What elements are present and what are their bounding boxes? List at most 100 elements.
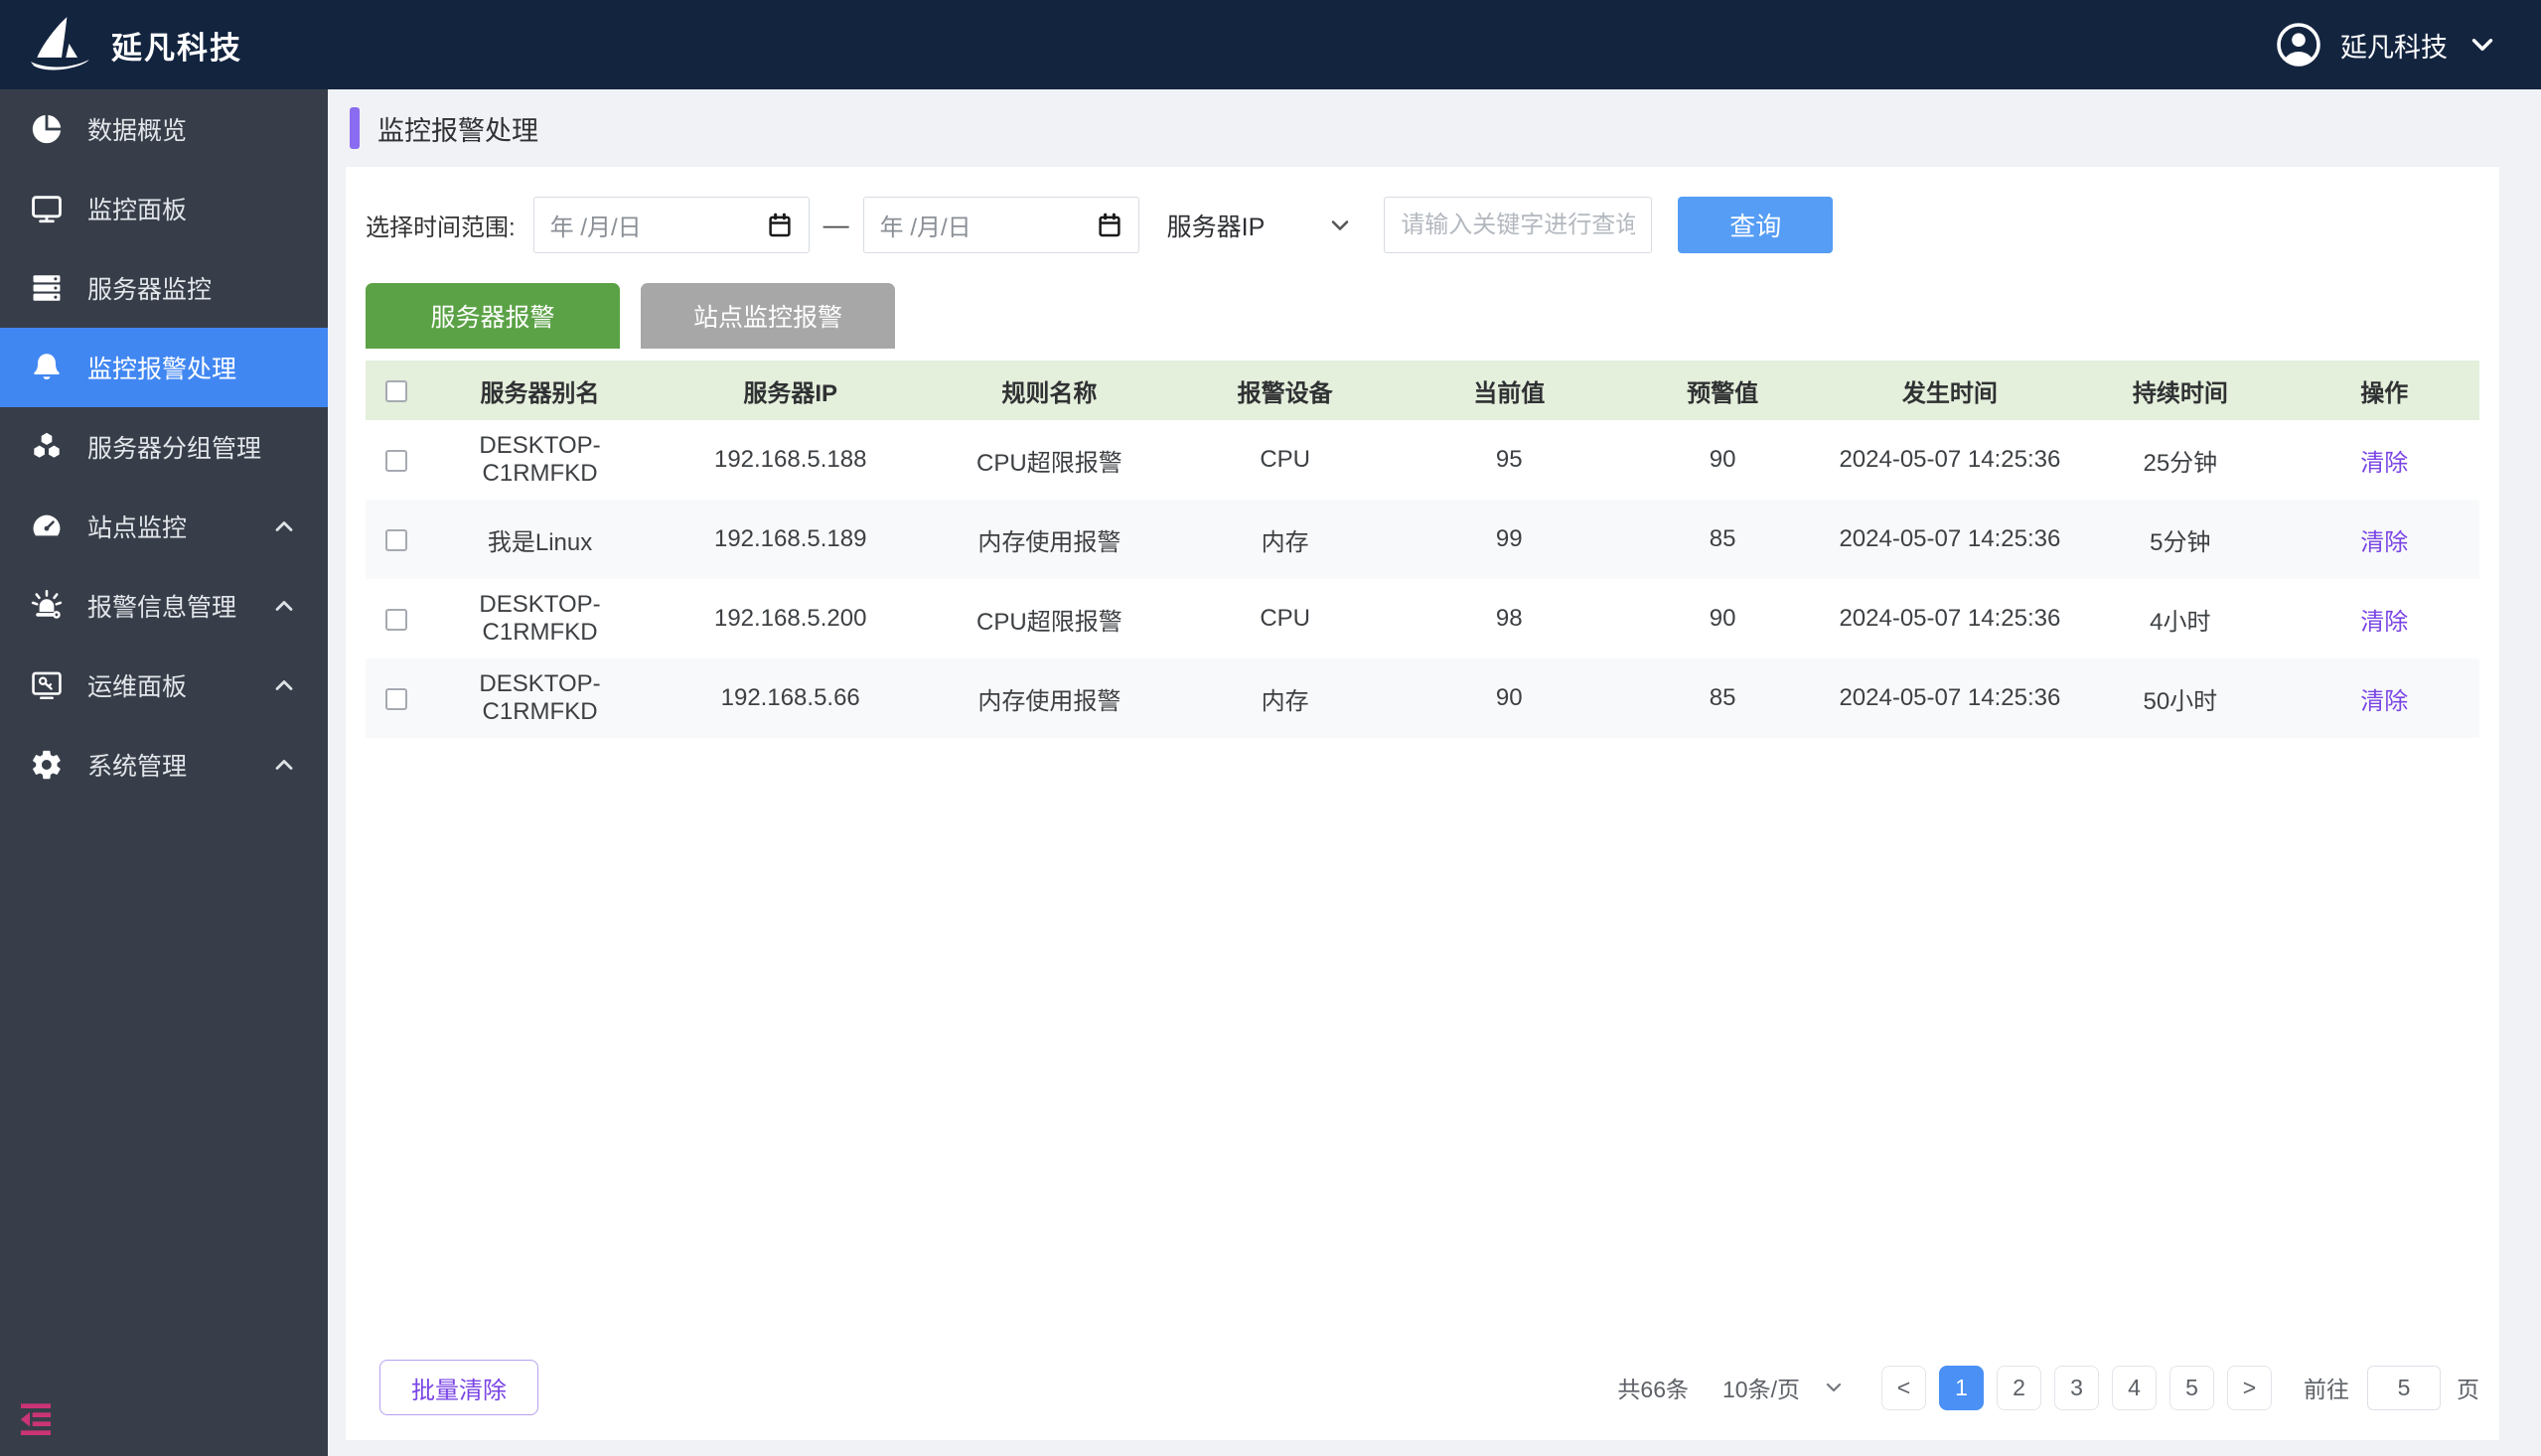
date-range-label: 选择时间范围:: [366, 208, 516, 242]
chevron-up-icon: [270, 671, 298, 699]
chevron-up-icon: [270, 751, 298, 779]
col-header-current: 当前值: [1402, 361, 1617, 420]
cell-device: 内存: [1169, 500, 1402, 579]
col-header-time: 发生时间: [1829, 361, 2072, 420]
content-card: 选择时间范围: 年 /月/日 — 年 /月/日: [346, 167, 2499, 1440]
date-placeholder: 年 /月/日: [550, 208, 765, 242]
sidebar-collapse-button[interactable]: [16, 1398, 56, 1438]
page-header: 监控报警处理: [328, 89, 2541, 167]
query-button[interactable]: 查询: [1678, 197, 1833, 253]
prev-page-button[interactable]: <: [1881, 1366, 1926, 1410]
row-checkbox[interactable]: [385, 609, 407, 631]
cell-device: CPU: [1169, 579, 1402, 658]
brand-logo: 延凡科技: [26, 15, 242, 74]
row-checkbox[interactable]: [385, 529, 407, 551]
start-date-input[interactable]: 年 /月/日: [533, 197, 810, 253]
cell-current: 90: [1402, 658, 1617, 738]
chevron-down-icon: [1822, 1376, 1846, 1399]
server-ip-select[interactable]: 服务器IP: [1167, 208, 1355, 243]
clear-action-link[interactable]: 清除: [2360, 529, 2408, 556]
sidebar-item-site-monitor[interactable]: 站点监控: [0, 487, 328, 566]
sidebar-item-system-settings[interactable]: 系统管理: [0, 725, 328, 804]
cell-duration: 25分钟: [2071, 420, 2289, 500]
topbar: 延凡科技 延凡科技: [0, 0, 2541, 89]
sidebar-item-label: 数据概览: [87, 111, 298, 147]
main-content: 监控报警处理 选择时间范围: 年 /月/日 — 年 /月/日: [328, 89, 2541, 1456]
goto-page-input[interactable]: [2367, 1366, 2441, 1410]
chevron-down-icon: [1326, 212, 1354, 239]
cell-rule: 内存使用报警: [930, 658, 1168, 738]
sidebar-item-label: 运维面板: [87, 667, 270, 703]
page-button-3[interactable]: 3: [2054, 1366, 2099, 1410]
sidebar: 数据概览 监控面板 服务器监控: [0, 89, 328, 1456]
total-count-label: 共66条: [1617, 1371, 1689, 1404]
cell-current: 99: [1402, 500, 1617, 579]
page-button-1[interactable]: 1: [1939, 1366, 1984, 1410]
col-header-duration: 持续时间: [2071, 361, 2289, 420]
cell-threshold: 85: [1617, 658, 1829, 738]
sidebar-item-label: 监控面板: [87, 191, 298, 226]
cell-threshold: 85: [1617, 500, 1829, 579]
page-button-5[interactable]: 5: [2169, 1366, 2214, 1410]
cell-time: 2024-05-07 14:25:36: [1829, 579, 2072, 658]
calendar-icon: [765, 211, 795, 240]
cell-alias: DESKTOP-C1RMFKD: [429, 658, 651, 738]
cell-time: 2024-05-07 14:25:36: [1829, 500, 2072, 579]
row-checkbox[interactable]: [385, 450, 407, 472]
avatar-icon: [2275, 21, 2322, 69]
cell-rule: 内存使用报警: [930, 500, 1168, 579]
cell-current: 98: [1402, 579, 1617, 658]
page-button-2[interactable]: 2: [1997, 1366, 2041, 1410]
clear-action-link[interactable]: 清除: [2360, 450, 2408, 477]
user-menu[interactable]: 延凡科技: [2275, 21, 2499, 69]
gear-icon: [30, 748, 64, 782]
select-all-checkbox[interactable]: [385, 380, 407, 402]
goto-label: 前往: [2304, 1371, 2349, 1404]
card-footer: 批量清除 共66条 10条/页 < 1 2 3 4 5 >: [366, 1360, 2479, 1415]
page-size-value: 10条/页: [1722, 1371, 1800, 1404]
sailboat-logo-icon: [26, 15, 97, 74]
chevron-up-icon: [270, 592, 298, 620]
chevron-down-icon: [2466, 28, 2499, 62]
cell-alias: 我是Linux: [429, 500, 651, 579]
sidebar-item-ops-panel[interactable]: 运维面板: [0, 646, 328, 725]
monitor-icon: [30, 192, 64, 225]
sidebar-item-label: 服务器分组管理: [87, 429, 298, 465]
sidebar-item-alarm-handling[interactable]: 监控报警处理: [0, 328, 328, 407]
row-checkbox[interactable]: [385, 688, 407, 710]
cell-threshold: 90: [1617, 420, 1829, 500]
tab-site-alarm[interactable]: 站点监控报警: [641, 283, 895, 349]
table-row: DESKTOP-C1RMFKD 192.168.5.66 内存使用报警 内存 9…: [366, 658, 2479, 738]
clear-action-link[interactable]: 清除: [2360, 609, 2408, 636]
cell-threshold: 90: [1617, 579, 1829, 658]
sidebar-item-server-groups[interactable]: 服务器分组管理: [0, 407, 328, 487]
cell-ip: 192.168.5.200: [651, 579, 930, 658]
ops-panel-icon: [30, 668, 64, 702]
sidebar-item-server-monitor[interactable]: 服务器监控: [0, 248, 328, 328]
batch-clear-button[interactable]: 批量清除: [379, 1360, 538, 1415]
page-button-4[interactable]: 4: [2112, 1366, 2157, 1410]
next-page-button[interactable]: >: [2227, 1366, 2272, 1410]
cell-device: CPU: [1169, 420, 1402, 500]
end-date-input[interactable]: 年 /月/日: [863, 197, 1139, 253]
sidebar-item-monitor-panel[interactable]: 监控面板: [0, 169, 328, 248]
cubes-icon: [30, 430, 64, 464]
clear-action-link[interactable]: 清除: [2360, 688, 2408, 715]
title-accent-bar: [350, 107, 360, 149]
pagination: 共66条 10条/页 < 1 2 3 4 5 > 前往: [1617, 1366, 2479, 1410]
sidebar-item-data-overview[interactable]: 数据概览: [0, 89, 328, 169]
table-row: DESKTOP-C1RMFKD 192.168.5.200 CPU超限报警 CP…: [366, 579, 2479, 658]
cell-alias: DESKTOP-C1RMFKD: [429, 420, 651, 500]
sidebar-item-label: 服务器监控: [87, 270, 298, 306]
tab-server-alarm[interactable]: 服务器报警: [366, 283, 620, 349]
page-size-select[interactable]: 10条/页: [1722, 1371, 1846, 1404]
date-placeholder: 年 /月/日: [880, 208, 1095, 242]
goto-unit-label: 页: [2457, 1371, 2479, 1404]
keyword-search-input[interactable]: [1384, 197, 1652, 253]
col-header-alias: 服务器别名: [429, 361, 651, 420]
user-name: 延凡科技: [2340, 26, 2448, 65]
brand-name: 延凡科技: [111, 23, 242, 68]
sidebar-item-alarm-info[interactable]: 报警信息管理: [0, 566, 328, 646]
col-header-action: 操作: [2289, 361, 2479, 420]
sidebar-item-label: 报警信息管理: [87, 588, 270, 624]
